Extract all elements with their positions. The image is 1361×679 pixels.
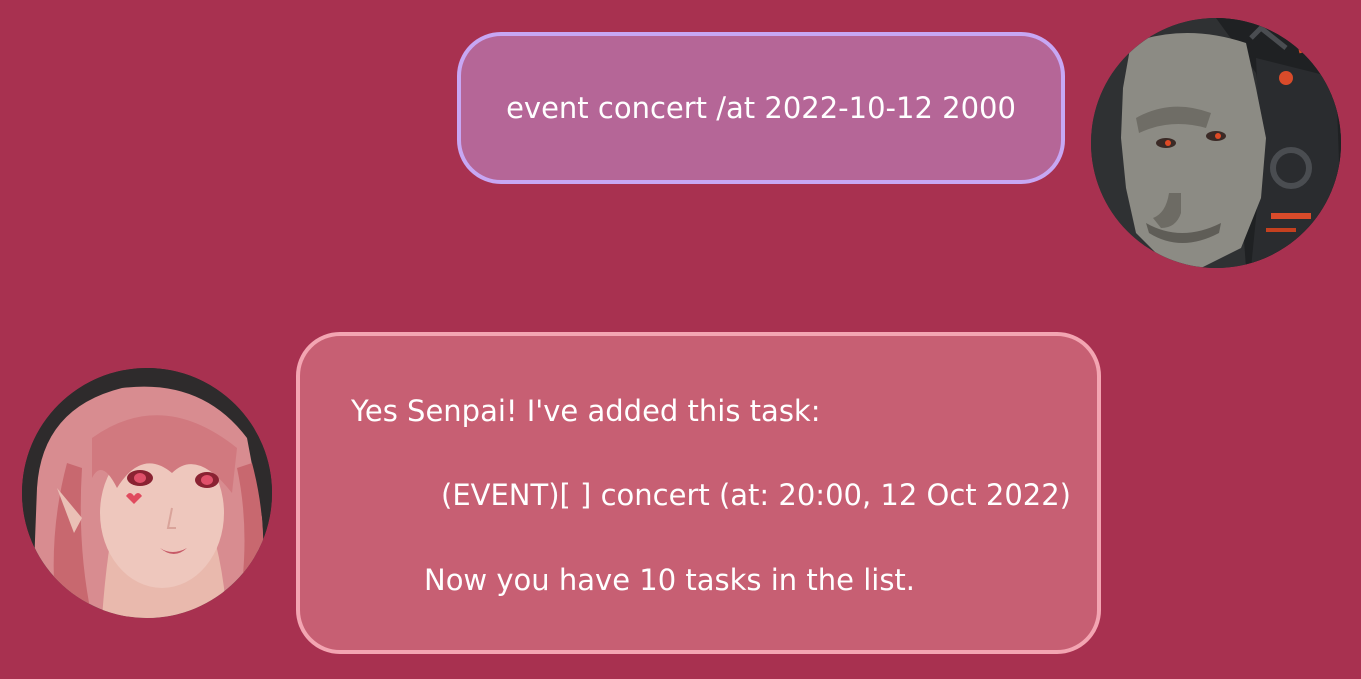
cyborg-avatar-icon [1091, 18, 1341, 268]
bot-message-line-count: Now you have 10 tasks in the list. [424, 563, 916, 597]
bot-message-bubble: Yes Senpai! I've added this task: (EVENT… [296, 332, 1101, 654]
user-message-text: event concert /at 2022-10-12 2000 [506, 91, 1016, 125]
bot-message-line-task: (EVENT)[ ] concert (at: 20:00, 12 Oct 20… [441, 478, 1071, 512]
anime-girl-avatar-icon [22, 368, 272, 618]
user-message-bubble: event concert /at 2022-10-12 2000 [457, 32, 1065, 184]
bot-avatar [22, 368, 272, 618]
bot-message-line-confirmation: Yes Senpai! I've added this task: [351, 394, 821, 428]
user-avatar [1091, 18, 1341, 268]
